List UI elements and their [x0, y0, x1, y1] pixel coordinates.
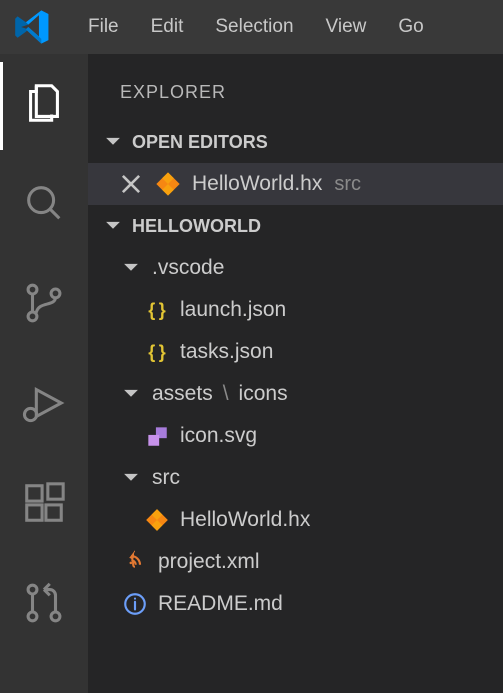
folder-sep: \ [223, 382, 229, 406]
json-icon: { } [144, 339, 170, 365]
json-icon: { } [144, 297, 170, 323]
activity-run-debug[interactable] [0, 362, 88, 450]
menu-view[interactable]: View [312, 10, 381, 44]
chevron-down-icon [120, 383, 142, 405]
section-open-editors[interactable]: OPEN EDITORS [88, 121, 503, 163]
tree-file[interactable]: project.xml [88, 541, 503, 583]
menu-go[interactable]: Go [384, 10, 437, 44]
folder-name: .vscode [152, 256, 224, 280]
menu-selection[interactable]: Selection [201, 10, 307, 44]
section-label: OPEN EDITORS [132, 132, 268, 153]
section-workspace[interactable]: HELLOWORLD [88, 205, 503, 247]
folder-name: src [152, 466, 180, 490]
file-name: project.xml [158, 550, 260, 574]
folder-name: assets [152, 382, 213, 406]
tree-folder-assets[interactable]: assets \ icons [88, 373, 503, 415]
activity-bar [0, 54, 88, 693]
pull-request-icon [21, 580, 67, 632]
chevron-down-icon [102, 215, 124, 237]
chevron-down-icon [120, 467, 142, 489]
xml-icon [122, 549, 148, 575]
workbench: EXPLORER OPEN EDITORS HelloWorld.hx src … [0, 54, 503, 693]
menubar: File Edit Selection View Go [0, 0, 503, 54]
folder-trail: icons [239, 382, 288, 406]
branch-icon [21, 280, 67, 332]
tree-file[interactable]: { } launch.json [88, 289, 503, 331]
file-path: src [334, 173, 361, 196]
file-name: HelloWorld.hx [180, 508, 310, 532]
debug-icon [21, 380, 67, 432]
svg-icon [144, 423, 170, 449]
haxe-icon [154, 170, 182, 198]
file-name: launch.json [180, 298, 286, 322]
info-icon [122, 591, 148, 617]
sidebar-title: EXPLORER [88, 66, 503, 121]
section-label: HELLOWORLD [132, 216, 261, 237]
open-editor-item[interactable]: HelloWorld.hx src [88, 163, 503, 205]
file-name: tasks.json [180, 340, 273, 364]
tree-file[interactable]: README.md [88, 583, 503, 625]
menu-file[interactable]: File [74, 10, 133, 44]
file-name: HelloWorld.hx [192, 172, 322, 196]
sidebar: EXPLORER OPEN EDITORS HelloWorld.hx src … [88, 54, 503, 693]
activity-pull-requests[interactable] [0, 562, 88, 650]
haxe-icon [144, 507, 170, 533]
files-icon [21, 80, 67, 132]
activity-explorer[interactable] [0, 62, 88, 150]
search-icon [21, 180, 67, 232]
chevron-down-icon [102, 131, 124, 153]
activity-search[interactable] [0, 162, 88, 250]
tree-file[interactable]: HelloWorld.hx [88, 499, 503, 541]
extensions-icon [21, 480, 67, 532]
menu-edit[interactable]: Edit [137, 10, 198, 44]
tree-file[interactable]: icon.svg [88, 415, 503, 457]
activity-source-control[interactable] [0, 262, 88, 350]
tree-file[interactable]: { } tasks.json [88, 331, 503, 373]
file-name: icon.svg [180, 424, 257, 448]
chevron-down-icon [120, 257, 142, 279]
close-icon[interactable] [118, 171, 144, 197]
vscode-logo-icon [14, 8, 52, 46]
activity-extensions[interactable] [0, 462, 88, 550]
tree-folder-src[interactable]: src [88, 457, 503, 499]
tree-folder-vscode[interactable]: .vscode [88, 247, 503, 289]
file-name: README.md [158, 592, 283, 616]
